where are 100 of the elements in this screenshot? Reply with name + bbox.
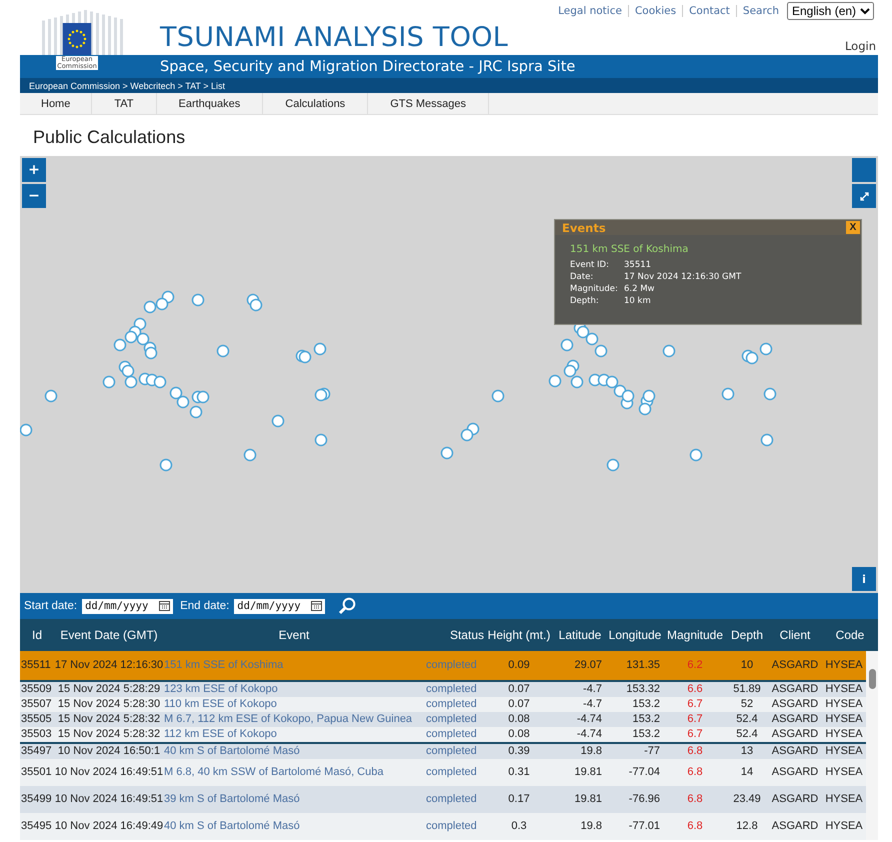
event-marker[interactable] xyxy=(298,350,312,364)
event-marker[interactable] xyxy=(122,364,134,378)
event-link[interactable]: 40 km S of Bartolomé Masó xyxy=(164,745,424,758)
event-marker[interactable] xyxy=(196,390,210,404)
column-header[interactable]: Event xyxy=(164,628,424,642)
table-row[interactable]: 35503 15 Nov 2024 5:28:32 112 km ESE of Kokopo completed 0.08 -4.74 153.2 6.7 52.4 ASGARD HYSEA xyxy=(20,727,866,742)
event-link[interactable]: 110 km ESE of Kokopo xyxy=(164,698,424,711)
event-marker[interactable] xyxy=(764,388,776,400)
event-marker[interactable] xyxy=(576,326,590,338)
event-marker[interactable] xyxy=(662,344,676,358)
event-marker[interactable] xyxy=(622,390,634,402)
event-marker[interactable] xyxy=(170,386,182,400)
event-marker[interactable] xyxy=(586,332,598,346)
status-link[interactable]: completed xyxy=(424,766,484,779)
event-marker[interactable] xyxy=(492,390,504,402)
column-header[interactable]: Depth xyxy=(726,628,768,642)
event-marker[interactable] xyxy=(548,374,562,388)
event-marker[interactable] xyxy=(760,342,772,356)
column-header[interactable]: Height (mt.) xyxy=(484,628,554,642)
status-link[interactable]: completed xyxy=(424,793,484,806)
status-link[interactable]: completed xyxy=(424,698,484,711)
event-marker[interactable] xyxy=(760,434,774,446)
event-marker[interactable] xyxy=(314,342,326,356)
language-select[interactable]: English (en) xyxy=(787,2,874,20)
status-link[interactable]: completed xyxy=(424,728,484,741)
event-marker[interactable] xyxy=(102,376,116,388)
table-row[interactable]: 35495 10 Nov 2024 16:49:4940 km S of Bartolomé Masó completed 0.3 19.8 -77.01 6.8 12.8 ASGARD HYSEA xyxy=(20,813,866,840)
event-marker[interactable] xyxy=(460,428,474,442)
column-header[interactable]: Magnitude xyxy=(664,628,726,642)
date-field[interactable]: dd/mm/yyyy xyxy=(82,598,174,614)
status-link[interactable]: completed xyxy=(424,713,484,726)
column-header[interactable]: Event Date (GMT) xyxy=(54,628,164,642)
event-marker[interactable] xyxy=(114,338,126,352)
event-marker[interactable] xyxy=(690,448,702,462)
event-marker[interactable] xyxy=(564,364,576,378)
scrollbar-thumb[interactable] xyxy=(869,669,876,689)
event-marker[interactable] xyxy=(606,376,618,388)
search-icon[interactable] xyxy=(338,597,356,615)
event-marker[interactable] xyxy=(136,332,150,346)
top-link[interactable]: Contact xyxy=(682,5,736,17)
fullscreen-button[interactable] xyxy=(852,184,876,208)
table-row[interactable]: 35509 15 Nov 2024 5:28:29 123 km ESE of Kokopo completed 0.07 -4.7 153.32 6.6 51.89 ASGARD HYSEA xyxy=(20,680,866,697)
event-marker[interactable] xyxy=(594,344,608,358)
login-link[interactable]: Login xyxy=(844,39,876,53)
event-marker[interactable] xyxy=(44,390,58,402)
status-link[interactable]: completed xyxy=(424,683,484,696)
event-link[interactable]: 112 km ESE of Kokopo xyxy=(164,728,424,741)
table-row[interactable]: 35505 15 Nov 2024 5:28:32 M 6.7, 112 km ESE of Kokopo, Papua New Guinea completed 0.08 -4.74 153.2 6.7 52.4 ASGARD HYSEA xyxy=(20,712,866,727)
event-link[interactable]: M 6.8, 40 km SSW of Bartolomé Masó, Cuba xyxy=(164,766,424,779)
top-link[interactable]: Cookies xyxy=(628,5,682,17)
zoom-out-button[interactable]: − xyxy=(22,184,46,208)
column-header[interactable]: Longitude xyxy=(606,628,664,642)
event-marker[interactable] xyxy=(638,402,652,416)
event-link[interactable]: 39 km S of Bartolomé Masó xyxy=(164,793,424,806)
top-link[interactable]: Legal notice xyxy=(552,5,628,17)
event-marker[interactable] xyxy=(124,330,138,344)
event-marker[interactable] xyxy=(314,388,328,402)
event-marker[interactable] xyxy=(560,338,574,352)
table-row[interactable]: 35497 10 Nov 2024 16:50:1 40 km S of Bartolomé Masó completed 0.39 19.8 -77 6.8 13 ASGARD HYSEA xyxy=(20,742,866,759)
column-header[interactable]: Latitude xyxy=(554,628,606,642)
event-marker[interactable] xyxy=(156,298,168,310)
nav-item[interactable]: TAT xyxy=(92,93,156,114)
event-marker[interactable] xyxy=(606,458,620,472)
event-marker[interactable] xyxy=(144,300,156,314)
table-row[interactable]: 35499 10 Nov 2024 16:49:5139 km S of Bartolomé Masó completed 0.17 19.81 -76.96 6.8 23.49 ASGARD HYSEA xyxy=(20,786,866,813)
event-marker[interactable] xyxy=(722,388,734,400)
event-marker[interactable] xyxy=(314,434,328,446)
event-marker[interactable] xyxy=(272,414,284,428)
event-link[interactable]: 123 km ESE of Kokopo xyxy=(164,683,424,696)
nav-item[interactable]: GTS Messages xyxy=(368,93,489,114)
event-marker[interactable] xyxy=(144,346,158,360)
event-marker[interactable] xyxy=(160,458,172,472)
event-marker[interactable] xyxy=(642,390,656,402)
column-header[interactable]: Code xyxy=(822,628,878,642)
date-field[interactable]: dd/mm/yyyy xyxy=(234,598,326,614)
column-header[interactable]: Client xyxy=(768,628,822,642)
nav-item[interactable]: Calculations xyxy=(263,93,368,114)
event-marker[interactable] xyxy=(244,448,256,462)
status-link[interactable]: completed xyxy=(424,820,484,833)
event-link[interactable]: M 6.7, 112 km ESE of Kokopo, Papua New Guinea xyxy=(164,713,424,726)
event-marker[interactable] xyxy=(250,298,262,312)
event-marker[interactable] xyxy=(440,446,454,460)
event-marker[interactable] xyxy=(20,424,32,436)
nav-item[interactable]: Earthquakes xyxy=(156,93,264,114)
event-marker[interactable] xyxy=(216,344,230,358)
event-marker[interactable] xyxy=(192,294,204,306)
column-header[interactable]: Status xyxy=(424,628,484,642)
info-button[interactable]: i xyxy=(852,567,876,591)
table-row[interactable]: 35507 15 Nov 2024 5:28:30 110 km ESE of Kokopo completed 0.07 -4.7 153.2 6.7 52 ASGARD HYSEA xyxy=(20,697,866,712)
status-link[interactable]: completed xyxy=(424,745,484,758)
event-marker[interactable] xyxy=(190,406,202,418)
nav-item[interactable]: Home xyxy=(20,93,92,114)
table-row[interactable]: 35501 10 Nov 2024 16:49:51M 6.8, 40 km SSW of Bartolomé Masó, Cuba completed 0.31 19.81 -77.04 6.8 14 ASGARD HYSEA xyxy=(20,759,866,786)
event-marker[interactable] xyxy=(154,376,166,388)
column-header[interactable]: Id xyxy=(20,628,54,642)
event-marker[interactable] xyxy=(124,376,138,388)
event-marker[interactable] xyxy=(176,396,190,408)
event-link[interactable]: 40 km S of Bartolomé Masó xyxy=(164,820,424,833)
event-marker[interactable] xyxy=(570,376,584,388)
top-link[interactable]: Search xyxy=(736,5,785,17)
